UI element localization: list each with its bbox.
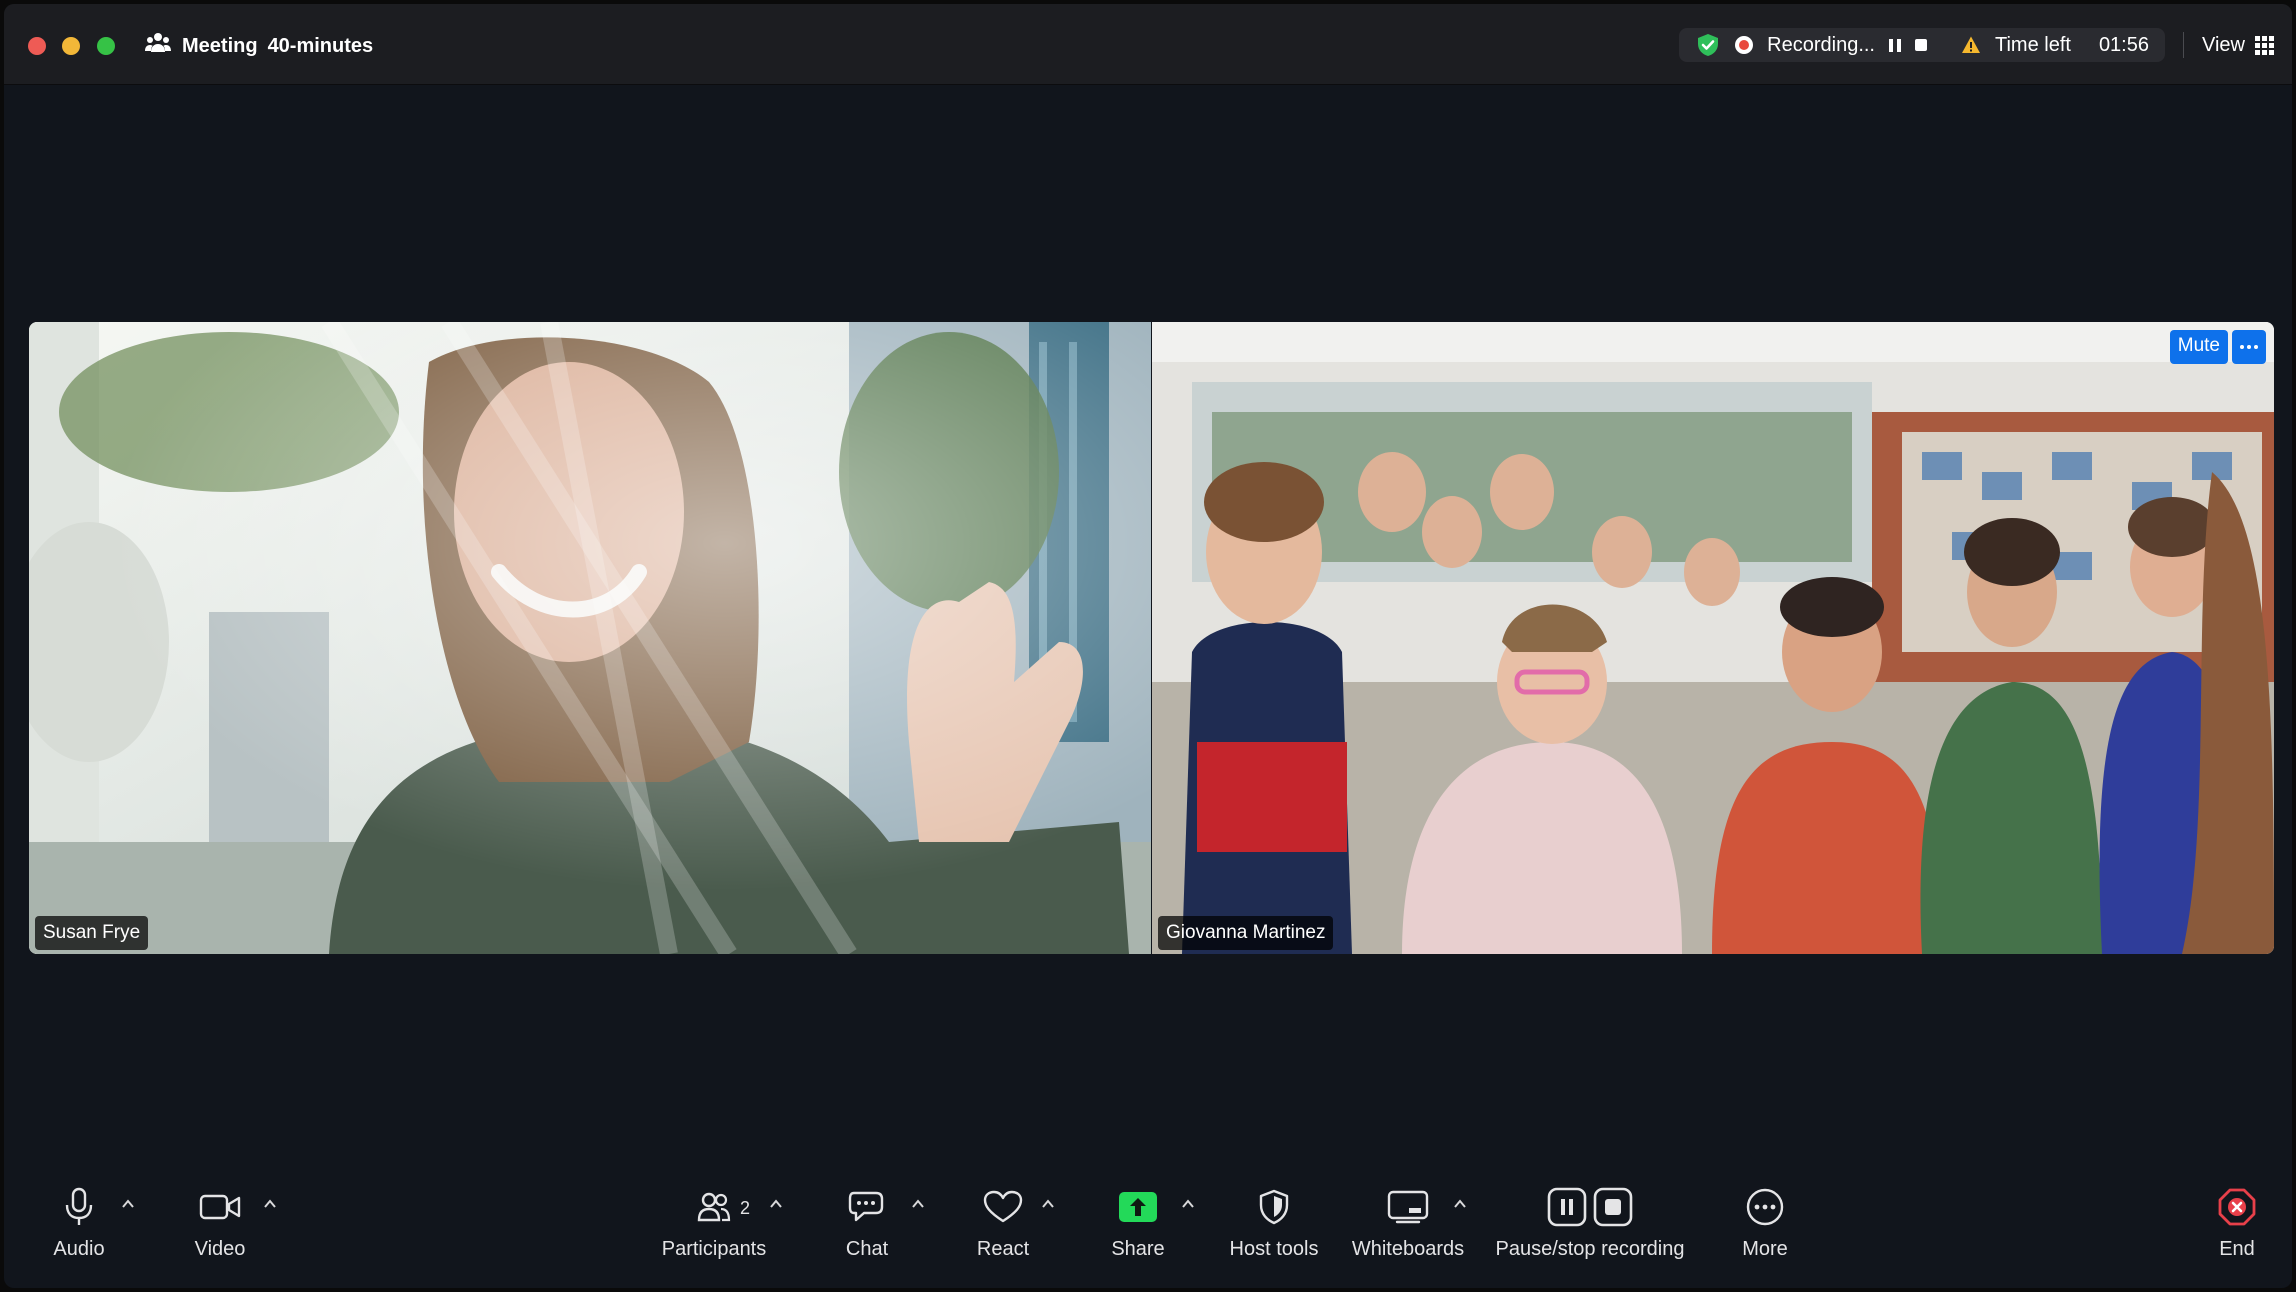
audio-button[interactable]: Audio (46, 1184, 112, 1261)
pause-stop-recording-icon (1547, 1184, 1633, 1230)
pause-stop-recording-button[interactable]: Pause/stop recording (1490, 1184, 1690, 1261)
participants-count: 2 (740, 1198, 751, 1218)
maximize-window-button[interactable] (97, 37, 115, 55)
end-call-icon (2217, 1184, 2257, 1230)
chat-button[interactable]: Chat (840, 1184, 894, 1261)
participants-button[interactable]: Participants (654, 1184, 774, 1261)
close-window-button[interactable] (28, 37, 46, 55)
meeting-toolbar: Audio Video Participants 2 Chat React Sh… (4, 1184, 2292, 1288)
meeting-label: Meeting (182, 34, 258, 57)
heart-icon (983, 1184, 1023, 1230)
participants-icon (697, 1184, 731, 1230)
audio-options-chevron-icon[interactable] (120, 1196, 136, 1212)
zoom-window: Meeting 40-minutes Recording... Time lef… (4, 4, 2292, 1288)
participants-label: Participants (661, 1238, 767, 1260)
stop-recording-icon[interactable] (1915, 39, 1927, 51)
mute-participant-button[interactable]: Mute (2169, 330, 2228, 364)
minimize-window-button[interactable] (62, 37, 80, 55)
more-options-icon (1745, 1184, 1785, 1230)
share-screen-button[interactable]: Share (1108, 1184, 1168, 1261)
participant-video-feed (29, 322, 1151, 954)
react-button[interactable]: React (974, 1184, 1032, 1261)
time-left-value: 01:56 (2098, 33, 2149, 56)
more-button[interactable]: More (1736, 1184, 1794, 1261)
top-right-controls: Recording... Time left 01:56 View (1679, 28, 2274, 62)
react-label: React (976, 1238, 1030, 1260)
whiteboards-label: Whiteboards (1351, 1238, 1465, 1260)
share-options-chevron-icon[interactable] (1180, 1196, 1196, 1212)
meeting-duration: 40-minutes (267, 34, 374, 57)
video-camera-icon (199, 1184, 241, 1230)
gallery-grid-icon (2255, 35, 2274, 55)
participant-video-feed (1152, 322, 2274, 954)
meeting-info-button[interactable]: Meeting 40-minutes (144, 30, 373, 62)
warning-icon (1961, 35, 1981, 55)
video-button[interactable]: Video (186, 1184, 254, 1261)
recording-icon (1735, 36, 1754, 54)
time-left: Time left 01:56 (1995, 34, 2149, 57)
security-shield-icon[interactable] (1695, 32, 1721, 58)
video-tile-susan[interactable]: Susan Frye (29, 322, 1151, 954)
whiteboards-options-chevron-icon[interactable] (1452, 1196, 1468, 1212)
react-options-chevron-icon[interactable] (1040, 1196, 1056, 1212)
microphone-icon (64, 1184, 94, 1230)
whiteboard-icon (1387, 1184, 1429, 1230)
video-label: Video (194, 1238, 246, 1260)
tile-more-options-button[interactable] (2232, 330, 2266, 364)
participants-group-icon (144, 29, 172, 63)
host-shield-icon (1258, 1184, 1290, 1230)
status-pill: Recording... Time left 01:56 (1679, 28, 2165, 62)
participants-options-chevron-icon[interactable] (768, 1196, 784, 1212)
view-label: View (2202, 33, 2245, 56)
whiteboards-button[interactable]: Whiteboards (1348, 1184, 1468, 1261)
host-tools-button[interactable]: Host tools (1224, 1184, 1324, 1261)
participant-name-tag: Giovanna Martinez (1158, 916, 1334, 950)
end-meeting-button[interactable]: End (2212, 1184, 2262, 1261)
more-label: More (1742, 1238, 1788, 1260)
title-divider (2183, 32, 2184, 58)
tile-actions: Mute (2169, 330, 2266, 364)
host-tools-label: Host tools (1229, 1238, 1319, 1260)
pause-stop-recording-label: Pause/stop recording (1495, 1238, 1685, 1260)
video-options-chevron-icon[interactable] (262, 1196, 278, 1212)
recording-label: Recording... (1767, 33, 1875, 56)
end-label: End (2219, 1238, 2255, 1260)
share-screen-icon (1118, 1184, 1158, 1230)
video-tile-giovanna[interactable]: Mute Giovanna Martinez (1152, 322, 2274, 954)
chat-bubble-icon (848, 1184, 886, 1230)
time-left-label: Time left (1995, 33, 2071, 56)
view-button[interactable]: View (2202, 34, 2274, 57)
share-label: Share (1111, 1238, 1165, 1260)
participant-name-tag: Susan Frye (35, 916, 149, 950)
pause-recording-icon[interactable] (1889, 38, 1901, 52)
audio-label: Audio (53, 1238, 105, 1260)
title-bar: Meeting 40-minutes Recording... Time lef… (4, 4, 2292, 85)
chat-options-chevron-icon[interactable] (910, 1196, 926, 1212)
chat-label: Chat (845, 1238, 889, 1260)
